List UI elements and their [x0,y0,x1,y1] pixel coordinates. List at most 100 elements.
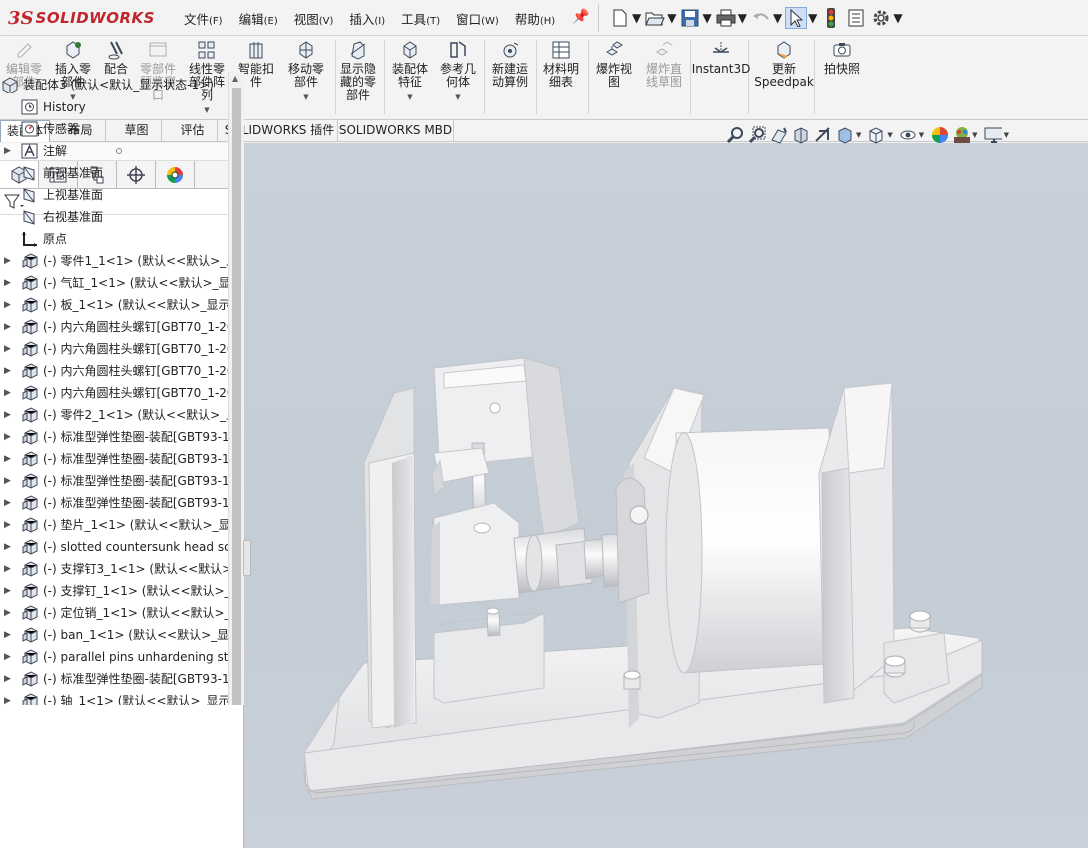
scroll-thumb[interactable] [232,88,241,705]
expand-icon[interactable]: ▶ [4,536,12,558]
cmd-speedpak-button[interactable]: 更新 Speedpak [754,40,814,89]
expand-icon[interactable]: ▶ [4,294,12,316]
tree-item[interactable]: ▶ (-) 标准型弹性垫圈-装配[GBT93-1 [0,470,228,492]
file-props-icon[interactable] [845,7,867,29]
tree-item[interactable]: ▶ (-) 垫片_1<1> (默认<<默认>_显示 [0,514,228,536]
cmd-instant3d-button[interactable]: Instant3D [692,40,750,76]
traffic-light-icon[interactable] [820,7,842,29]
expand-icon[interactable]: ▶ [4,448,12,470]
tree-item[interactable]: ▶ (-) 内六角圆柱头螺钉[GBT70_1-20 [0,360,228,382]
tree-item[interactable]: History [0,96,228,118]
menu-item-2[interactable]: 视图(V) [286,9,342,28]
expand-icon[interactable]: ▶ [4,360,12,382]
cmd-explode-line-button[interactable]: 爆炸直 线草图 [642,40,686,89]
expand-icon[interactable]: ▶ [4,250,12,272]
options-icon[interactable] [870,7,892,29]
tree-item[interactable]: ▶ (-) 气缸_1<1> (默认<<默认>_显示 [0,272,228,294]
cmd-assembly-feature-button[interactable]: 装配体 特征 ▼ [388,40,432,104]
edit-appearance-icon[interactable] [930,126,949,144]
clamp-lever[interactable] [431,502,520,606]
expand-icon[interactable]: ▶ [4,690,12,705]
chevron-down-icon[interactable]: ▼ [303,91,308,104]
view-orientation-icon[interactable] [836,126,854,144]
cmd-mate-button[interactable]: 配合 [100,40,132,76]
expand-icon[interactable]: ▶ [4,316,12,338]
expand-icon[interactable]: ▶ [4,492,12,514]
tree-item[interactable]: ▶ 注解 [0,140,228,162]
cmd-motion-study-button[interactable]: 新建运 动算例 [488,40,532,89]
tree-item[interactable]: 传感器 [0,118,228,140]
tree-item[interactable]: ▶ (-) 支撑钉3_1<1> (默认<<默认>_ [0,558,228,580]
chevron-down-icon[interactable]: ▼ [455,91,460,104]
hide-show-icon[interactable] [899,126,917,144]
chevron-down-icon[interactable]: ▼ [407,91,412,104]
tree-item[interactable]: ▶ (-) 定位销_1<1> (默认<<默认>_显 [0,602,228,624]
expand-icon[interactable]: ▶ [4,140,12,162]
expand-icon[interactable]: ▶ [4,470,12,492]
tree-item[interactable]: ▶ (-) 标准型弹性垫圈-装配[GBT93-1 [0,492,228,514]
cmd-exploded-view-button[interactable]: 爆炸视 图 [592,40,636,89]
tree-scrollbar[interactable]: ▲ [228,72,244,705]
expand-icon[interactable]: ▶ [4,514,12,536]
tree-item[interactable]: ▶ (-) 内六角圆柱头螺钉[GBT70_1-20 [0,382,228,404]
open-icon[interactable] [644,7,666,29]
cmd-move-component-button[interactable]: 移动零 部件 ▼ [282,40,330,104]
expand-icon[interactable]: ▶ [4,382,12,404]
tree-item[interactable]: ▶ (-) 支撑钉_1<1> (默认<<默认>_显 [0,580,228,602]
expand-icon[interactable]: ▶ [4,668,12,690]
cmd-reference-geometry-button[interactable]: 参考几 何体 ▼ [438,40,478,104]
expand-icon[interactable]: ▶ [4,624,12,646]
menu-item-5[interactable]: 窗口(W) [448,9,507,28]
expand-icon[interactable]: ▶ [4,558,12,580]
select-icon[interactable] [785,7,808,29]
scroll-up-icon[interactable]: ▲ [232,74,238,83]
tree-item[interactable]: ▶ (-) ban_1<1> (默认<<默认>_显示 [0,624,228,646]
apply-scene-icon[interactable] [952,126,971,144]
cmd-bom-button[interactable]: 材料明 细表 [540,40,582,89]
tree-item[interactable]: ▶ (-) 零件2_1<1> (默认<<默认>_显 [0,404,228,426]
expand-icon[interactable]: ▶ [4,404,12,426]
menu-item-6[interactable]: 帮助(H) [507,9,563,28]
expand-icon[interactable]: ▶ [4,580,12,602]
save-icon[interactable] [679,7,701,29]
tree-item[interactable]: ▶ (-) 内六角圆柱头螺钉[GBT70_1-20 [0,316,228,338]
tree-item[interactable]: ▶ (-) parallel pins unhardening ste [0,646,228,668]
section-view-icon[interactable] [792,126,810,144]
expand-icon[interactable]: ▶ [4,272,12,294]
print-icon[interactable] [715,7,737,29]
expand-icon[interactable]: ▶ [4,426,12,448]
zoom-area-icon[interactable] [748,126,766,144]
tree-item[interactable]: ▶ (-) 内六角圆柱头螺钉[GBT70_1-20 [0,338,228,360]
undo-icon[interactable] [750,7,772,29]
solidworks-logo[interactable]: 3S SOLIDWORKS [8,2,155,34]
previous-view-icon[interactable] [770,126,788,144]
expand-icon[interactable]: ▶ [4,602,12,624]
menu-item-4[interactable]: 工具(T) [393,9,448,28]
tree-root[interactable]: 装配体3 (默认<默认_显示状态-1>) [0,74,228,96]
dynamic-annotation-icon[interactable] [814,126,832,144]
view-settings-icon[interactable] [984,126,1002,144]
cmd-show-hidden-button[interactable]: 显示隐 藏的零 部件 [336,40,380,102]
zoom-to-fit-icon[interactable] [726,126,744,144]
tree-item[interactable]: 前视基准面 [0,162,228,184]
expand-icon[interactable]: ▶ [4,338,12,360]
tree-item[interactable]: ▶ (-) 轴_1<1> (默认<<默认>_显示状 [0,690,228,705]
tree-item[interactable]: ▶ (-) 标准型弹性垫圈-装配[GBT93-1 [0,426,228,448]
assembly-model[interactable] [244,143,1088,848]
tab-5[interactable]: SOLIDWORKS MBD [338,120,454,142]
tree-item[interactable]: ▶ (-) 零件1_1<1> (默认<<默认>_显 [0,250,228,272]
tree-item[interactable]: 右视基准面 [0,206,228,228]
expand-icon[interactable]: ▶ [4,646,12,668]
tree-item[interactable]: ▶ (-) slotted countersunk head sc [0,536,228,558]
menu-item-1[interactable]: 编辑(E) [231,9,286,28]
tree-item[interactable]: 上视基准面 [0,184,228,206]
tree-item[interactable]: 原点 [0,228,228,250]
display-style-icon[interactable] [867,126,885,144]
tree-item[interactable]: ▶ (-) 标准型弹性垫圈-装配[GBT93-1 [0,668,228,690]
new-icon[interactable] [609,7,631,29]
menu-item-3[interactable]: 插入(I) [341,9,393,28]
menu-item-0[interactable]: 文件(F) [176,9,231,28]
cmd-snapshot-button[interactable]: 拍快照 [818,40,866,76]
tree-item[interactable]: ▶ (-) 板_1<1> (默认<<默认>_显示状 [0,294,228,316]
tree-item[interactable]: ▶ (-) 标准型弹性垫圈-装配[GBT93-1 [0,448,228,470]
